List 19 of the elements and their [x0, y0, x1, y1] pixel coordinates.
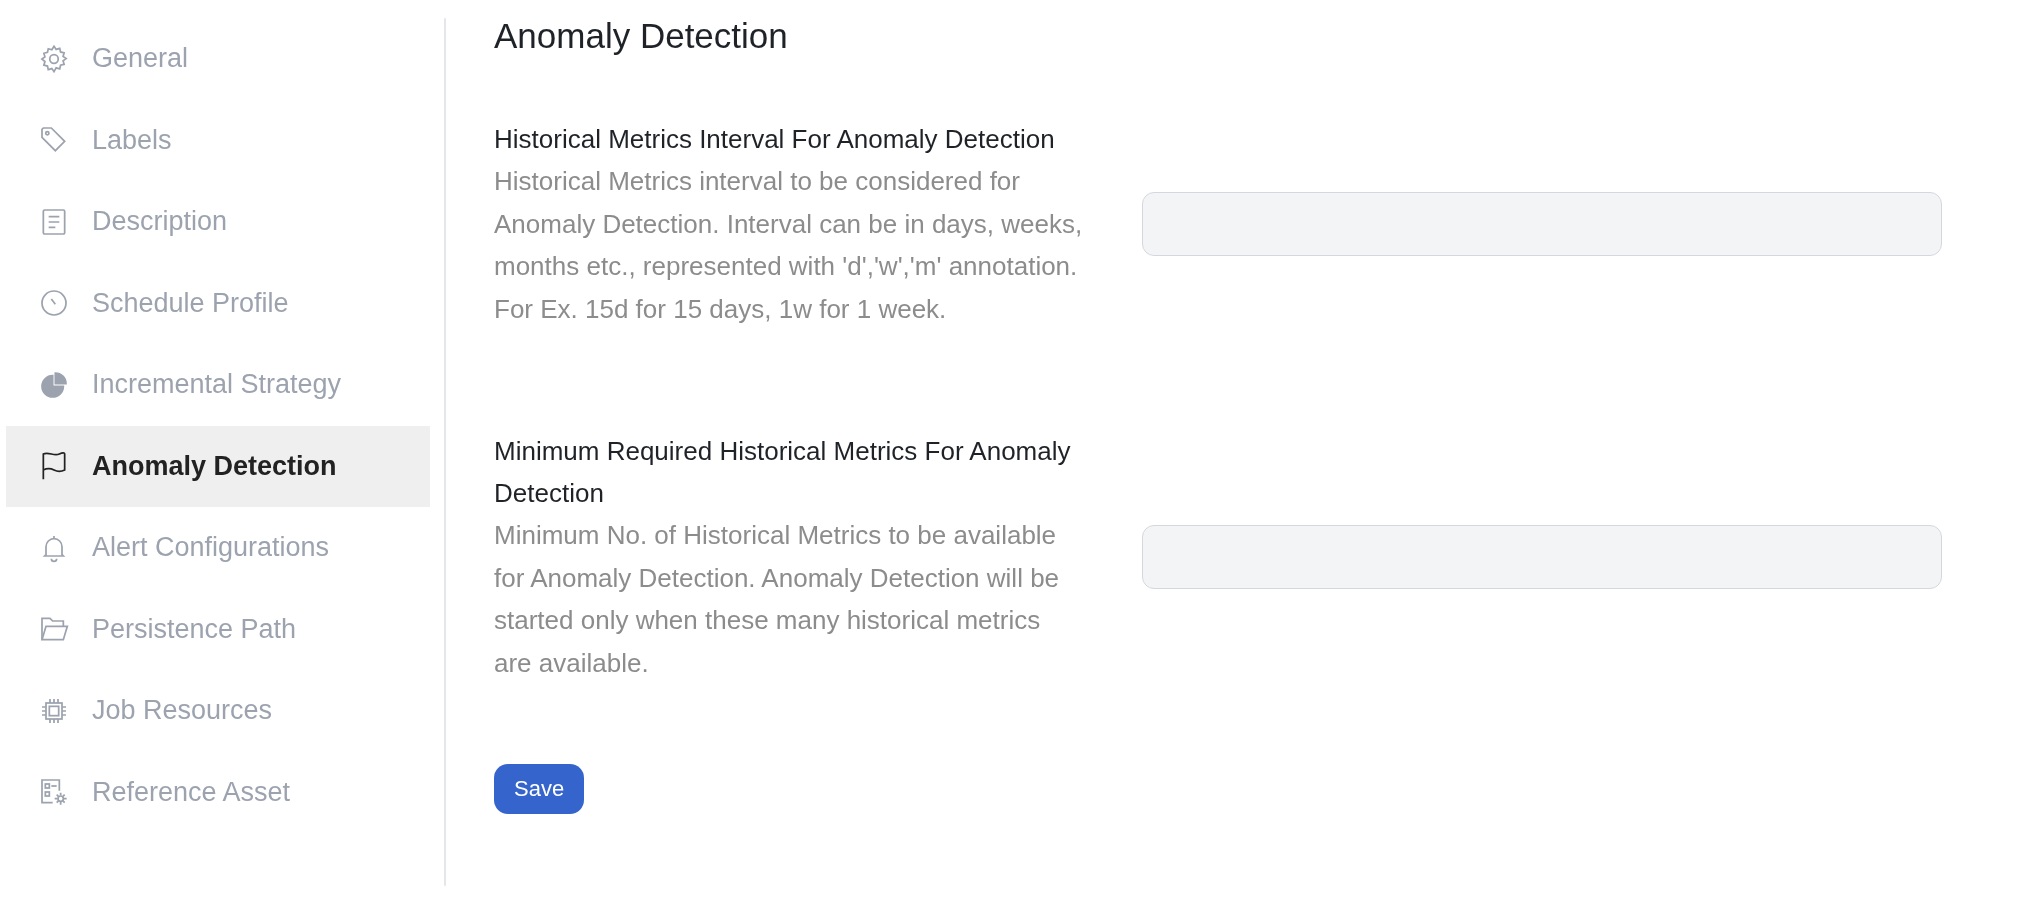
gear-icon — [38, 42, 70, 75]
sidebar-item[interactable]: Alert Configurations — [6, 507, 430, 589]
sidebar-item[interactable]: Incremental Strategy — [6, 344, 430, 426]
sidebar-item[interactable]: Persistence Path — [6, 588, 430, 670]
setting-label: Historical Metrics Interval For Anomaly Detection — [494, 123, 1056, 156]
sidebar-item[interactable]: Labels — [6, 99, 430, 181]
sidebar-item[interactable]: Anomaly Detection — [6, 425, 430, 507]
sidebar-item[interactable]: Reference Asset — [6, 751, 430, 833]
setting-description: Minimum No. of Historical Metrics to be available for Anomaly Detection. Anomaly Detection will be started only when these many historical metrics are available. — [494, 519, 1061, 680]
sidebar-item[interactable]: Schedule Profile — [6, 262, 430, 344]
sidebar-item[interactable]: Job Resources — [6, 670, 430, 752]
save-button[interactable]: Save — [494, 764, 585, 814]
input-field[interactable] — [1142, 192, 1942, 256]
sidebar-item[interactable]: General — [6, 18, 430, 100]
page-title: Anomaly Detection — [494, 16, 789, 56]
setting-label: Minimum Required Historical Metrics For Anomaly Detection — [494, 435, 1072, 510]
sidebar-item[interactable]: Description — [6, 181, 430, 263]
setting-description: Historical Metrics interval to be considered for Anomaly Detection. Interval can be in days, weeks, months etc., represented with 'd','w','m' annotation. For Ex. 15d for 15 days, 1w for 1 week. — [494, 165, 1084, 326]
input-field[interactable] — [1142, 525, 1942, 589]
